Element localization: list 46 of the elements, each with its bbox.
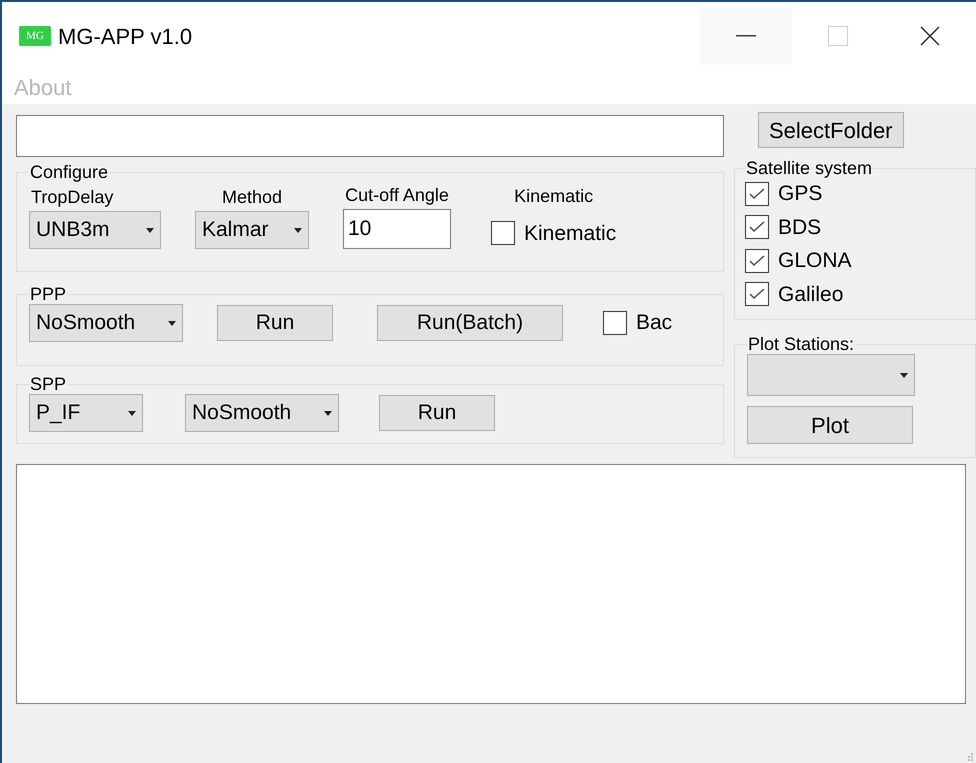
checkbox[interactable]: Bac bbox=[603, 307, 672, 339]
caret-icon bbox=[324, 410, 332, 416]
select-folder-button[interactable]: SelectFolder bbox=[758, 112, 904, 148]
run-button[interactable]: Run(Batch) bbox=[377, 305, 563, 341]
run-button[interactable]: Run bbox=[379, 395, 495, 431]
field-label: Cut-off Angle bbox=[345, 184, 449, 207]
group-title: Configure bbox=[29, 162, 110, 182]
caret-icon bbox=[146, 228, 154, 232]
minimize-button[interactable] bbox=[700, 7, 792, 65]
dropdown[interactable]: NoSmooth bbox=[185, 394, 339, 432]
field-label: Method bbox=[222, 186, 282, 209]
check-icon bbox=[749, 221, 765, 234]
app-logo-icon: MG bbox=[19, 26, 51, 46]
check-icon bbox=[749, 254, 765, 267]
plot-button[interactable]: Plot bbox=[747, 406, 913, 444]
run-button[interactable]: Run bbox=[217, 305, 333, 341]
field-label: Kinematic bbox=[514, 184, 594, 208]
path-field[interactable] bbox=[16, 115, 724, 157]
dropdown[interactable]: Kalmar bbox=[195, 211, 309, 249]
resize-grip-icon bbox=[966, 753, 974, 761]
caret-icon bbox=[128, 410, 136, 416]
dropdown[interactable]: UNB3m bbox=[29, 211, 161, 249]
group-title: SPP bbox=[29, 374, 68, 394]
checkbox[interactable]: GLONA bbox=[745, 245, 965, 276]
checkbox[interactable]: BDS bbox=[745, 212, 965, 243]
dropdown[interactable]: NoSmooth bbox=[29, 304, 183, 342]
close-icon bbox=[920, 26, 940, 46]
maximize-icon bbox=[828, 26, 848, 46]
window-title: MG-APP v1.0 bbox=[58, 22, 192, 50]
dropdown[interactable] bbox=[747, 354, 915, 396]
minimize-icon bbox=[736, 35, 756, 37]
caret-icon bbox=[900, 372, 908, 378]
group-title: PPP bbox=[29, 284, 68, 304]
checkbox[interactable]: Galileo bbox=[745, 278, 965, 310]
group-title: Plot Stations: bbox=[747, 334, 856, 354]
check-icon bbox=[749, 188, 765, 200]
dropdown[interactable]: P_IF bbox=[29, 394, 143, 432]
angle-field[interactable]: 10 bbox=[343, 209, 451, 249]
group-title: Satellite system bbox=[745, 158, 874, 178]
field-label: TropDelay bbox=[30, 186, 114, 209]
checkbox[interactable]: Kinematic bbox=[491, 218, 616, 249]
log-area[interactable] bbox=[16, 464, 966, 704]
checkbox[interactable]: GPS bbox=[745, 178, 965, 210]
caret-icon bbox=[168, 320, 176, 326]
check-icon bbox=[749, 288, 765, 300]
caret-icon bbox=[294, 228, 302, 232]
